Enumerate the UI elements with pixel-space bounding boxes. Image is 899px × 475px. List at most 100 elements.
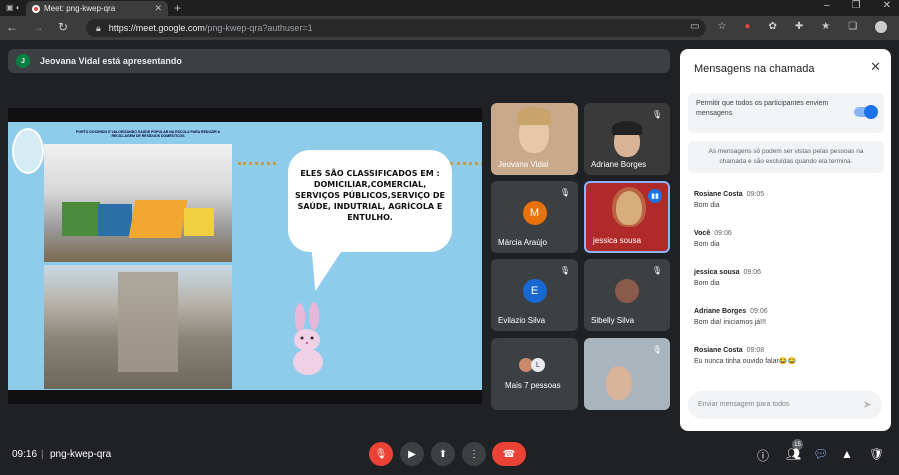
close-window-icon[interactable]: ✕ [883,0,891,11]
presenter-avatar: J [16,54,30,68]
back-icon[interactable]: ← [6,20,18,34]
extensions-puzzle-icon[interactable]: ✚ [795,21,803,33]
send-icon[interactable]: ➤ [863,398,872,411]
participant-avatar-photo [615,279,639,303]
participant-name: Evilazio Silva [498,316,546,325]
favorites-icon[interactable]: ★ [821,21,830,33]
participant-hair [612,121,642,135]
lock-icon[interactable]: 🔒︎ [96,23,101,34]
forward-icon[interactable]: → [32,20,44,34]
address-bar[interactable]: 🔒︎ https://meet.google.com/png-kwep-qra?… [86,19,706,37]
chat-message: Rosiane Costa 09:05 Bom dia [694,189,764,211]
message-time: 09:06 [714,230,732,237]
reload-icon[interactable]: ↻ [58,20,68,34]
meet-favicon-icon [32,4,40,13]
allow-messages-toggle[interactable] [854,105,878,119]
mic-off-icon: 🎙︎ [651,110,662,119]
chat-input-placeholder: Enviar mensagem para todos [698,401,790,408]
speech-bubble: ELES SÃO CLASSIFICADOS EM : DOMICILIAR,C… [288,150,452,252]
mic-off-icon: 🎙︎ [651,266,662,275]
participant-name: Adriane Borges [591,160,647,169]
chat-message-input[interactable]: Enviar mensagem para todos ➤ [688,391,882,419]
separator: | [41,449,44,460]
message-sender: Você [694,230,711,237]
minimize-icon[interactable]: – [824,0,830,11]
activities-icon[interactable]: ▲ [841,447,853,461]
new-tab-icon[interactable]: + [174,1,181,15]
participant-tile[interactable]: Jeovana Vidal [491,103,578,175]
message-text: Bom dia [694,202,720,209]
camera-button[interactable]: ▶ [400,442,424,466]
participant-avatar: E [522,279,547,303]
people-icon[interactable]: 👥︎ [786,447,801,461]
chat-panel-title: Mensagens na chamada [694,63,815,75]
presenting-text: Jeovana Vidal está apresentando [40,56,182,66]
participant-name: Márcia Araújo [498,238,547,247]
browser-toolbar: ← → ↻ 🔒︎ https://meet.google.com/png-kwe… [0,16,899,40]
chat-message: jessica sousa 09:06 Bom dia [694,267,761,289]
profile-avatar[interactable] [875,21,888,33]
bunny-illustration [293,302,323,375]
dotted-divider-right [450,162,482,165]
more-participants-label: Mais 7 pessoas [505,381,561,390]
leave-call-button[interactable]: ☎ [492,442,526,466]
url-host: https://meet.google.com [108,23,205,33]
participant-tile[interactable]: 🎙︎ M Márcia Araújo [491,181,578,253]
message-time: 09:08 [746,347,765,354]
message-text: Bom dia [694,241,720,248]
participant-tile[interactable]: 🎙︎ Sibelly Silva [584,259,670,331]
present-screen-button[interactable]: ⬆ [431,442,455,466]
bookmark-icon[interactable]: ☆ [717,21,726,33]
camera-in-use-icon[interactable]: ▭ [690,21,699,33]
participant-tile-speaking[interactable]: ▮▮ jessica sousa [584,181,670,253]
message-sender: Rosiane Costa [694,191,743,198]
participant-name: Sibelly Silva [591,316,635,325]
message-sender: Rosiane Costa [694,347,743,354]
collections-icon[interactable]: ❏ [848,21,857,33]
more-participants-tile[interactable]: L Mais 7 pessoas [491,338,578,410]
message-text: Eu nunca tinha ouvido falar😂😂 [694,358,797,365]
meeting-details-icon[interactable]: ⓘ [757,447,769,464]
tab-title: Meet: png-kwep-qra [44,4,116,13]
chat-icon[interactable]: 💬︎ [813,447,828,461]
message-time: 09:06 [743,269,762,276]
participant-hair [517,107,551,125]
maximize-icon[interactable]: ❐ [852,0,861,11]
participant-hair [612,187,646,227]
mic-off-icon: 🎙︎ [651,345,662,354]
meeting-clock: 09:16 [12,449,38,460]
close-icon[interactable]: ✕ [870,59,881,75]
tab-close-icon[interactable]: ✕ [154,3,162,14]
chat-message: Adriane Borges 09:06 Bom dia! iniciamos j… [694,306,768,328]
mic-off-icon: 🎙︎ [559,188,570,197]
participant-tile[interactable]: 🎙︎ Adriane Borges [584,103,670,175]
dotted-divider [238,162,276,165]
message-time: 09:05 [746,191,765,198]
participant-name: jessica sousa [593,236,642,245]
message-sender: Adriane Borges [694,308,747,315]
presenting-banner: J Jeovana Vidal está apresentando [8,49,670,73]
chat-message: Rosiane Costa 09:08 Eu nunca tinha ouvido… [694,345,796,367]
allow-messages-label: Permitir que todos os participantes envi… [696,100,829,117]
participant-video [606,366,632,400]
orange-bin [128,200,188,238]
participant-tile[interactable]: 🎙︎ [584,338,670,410]
school-logo [12,128,44,174]
host-controls-icon[interactable]: 🛡︎ [869,447,884,461]
participant-tile[interactable]: 🎙︎ E Evilazio Silva [491,259,578,331]
slide-header: PORTO DOCENDO E VALORIZANDO SAÚDE POPULA… [76,130,220,138]
mic-off-button[interactable]: 🎙︎ [369,442,393,466]
chat-notice: As mensagens só podem ser vistas pelas p… [688,141,884,173]
participant-name: Jeovana Vidal [498,160,549,169]
recording-icon[interactable]: ● [744,21,750,33]
more-options-button[interactable]: ⋮ [462,442,486,466]
speaking-indicator-icon: ▮▮ [648,189,662,203]
meeting-code: png-kwep-qra [50,449,112,460]
browser-tab-strip: ▣ ◐ Meet: png-kwep-qra ✕ + – ❐ ✕ [0,0,899,16]
url-path: /png-kwep-qra?authuser=1 [204,23,313,33]
blue-bin [98,204,132,236]
extension-icon[interactable]: ✿ [768,21,776,33]
allow-messages-setting: Permitir que todos os participantes envi… [688,93,884,133]
tab-actions-icon[interactable]: ▣ ◐ [6,3,21,12]
tab-meet[interactable]: Meet: png-kwep-qra ✕ [26,1,168,16]
